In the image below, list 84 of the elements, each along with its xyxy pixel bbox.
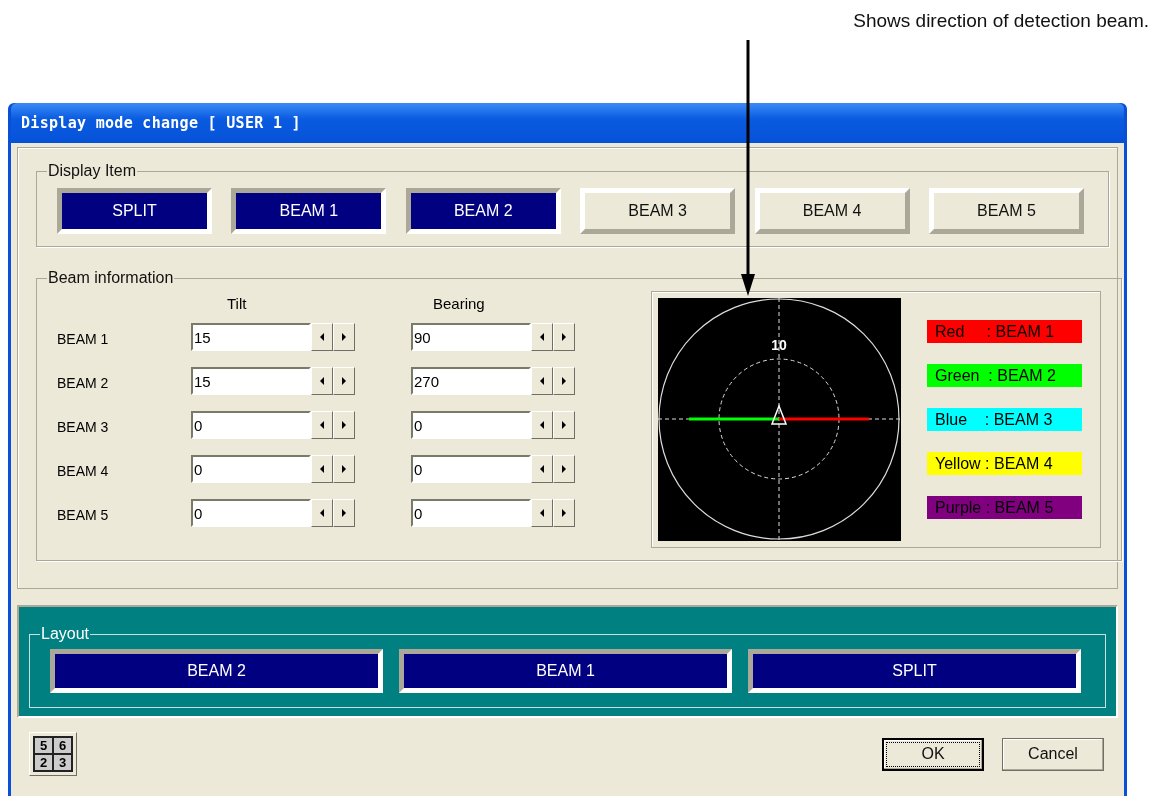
input-field[interactable]: 270 [411,367,531,395]
layout-button[interactable]: SPLIT [748,649,1081,693]
column-header: Bearing [432,294,486,312]
left-triangle-icon [320,377,324,385]
increase-button[interactable] [333,411,355,439]
right-triangle-icon [562,509,566,517]
left-triangle-icon [320,421,324,429]
left-triangle-icon [540,333,544,341]
increase-button[interactable] [333,367,355,395]
group-label: Layout [40,625,91,643]
input-field[interactable]: 0 [411,499,531,527]
beam-label: BEAM 4 [57,462,110,479]
legend-item: Green : BEAM 2 [927,364,1082,387]
display-item-button[interactable]: BEAM 5 [928,188,1084,234]
annotation-text: Shows direction of detection beam. [853,10,1149,33]
grid-button[interactable]: 5 6 2 3 [29,732,77,776]
increase-button[interactable] [553,455,575,483]
increase-button[interactable] [553,367,575,395]
left-triangle-icon [320,333,324,341]
decrease-button[interactable] [311,323,333,351]
decrease-button[interactable] [311,499,333,527]
layout-button[interactable]: BEAM 2 [50,649,383,693]
left-triangle-icon [320,509,324,517]
display-item-button[interactable]: BEAM 2 [405,188,561,234]
grid-digit: 2 [35,755,52,770]
window-title: Display mode change [ USER 1 ] [21,114,301,132]
input-field[interactable]: 0 [411,411,531,439]
grid-digit: 5 [35,738,52,753]
right-triangle-icon [342,333,346,341]
legend-item: Blue : BEAM 3 [927,408,1082,431]
left-triangle-icon [540,377,544,385]
left-triangle-icon [540,421,544,429]
input-field[interactable]: 90 [411,323,531,351]
beam-label: BEAM 2 [57,374,110,391]
ok-button[interactable]: OK [882,737,984,771]
decrease-button[interactable] [311,455,333,483]
cancel-button[interactable]: Cancel [1002,737,1104,771]
right-triangle-icon [562,333,566,341]
left-triangle-icon [540,465,544,473]
decrease-button[interactable] [531,367,553,395]
right-triangle-icon [562,421,566,429]
right-triangle-icon [562,465,566,473]
right-triangle-icon [342,509,346,517]
display-item-button[interactable]: BEAM 3 [580,188,736,234]
decrease-button[interactable] [531,499,553,527]
grid-digit: 3 [54,755,71,770]
input-field[interactable]: 0 [191,411,311,439]
layout-button[interactable]: BEAM 1 [399,649,732,693]
beam-label: BEAM 1 [57,330,110,347]
beam-direction-display: 10 [658,298,901,541]
input-field[interactable]: 15 [191,323,311,351]
input-field[interactable]: 0 [191,499,311,527]
input-field[interactable]: 0 [411,455,531,483]
group-label: Display Item [47,162,138,180]
left-triangle-icon [320,465,324,473]
left-triangle-icon [540,509,544,517]
increase-button[interactable] [553,323,575,351]
increase-button[interactable] [333,499,355,527]
decrease-button[interactable] [311,411,333,439]
decrease-button[interactable] [531,455,553,483]
display-item-button[interactable]: BEAM 1 [231,188,387,234]
increase-button[interactable] [333,323,355,351]
beam-label: BEAM 3 [57,418,110,435]
beam-label: BEAM 5 [57,506,110,523]
legend-item: Yellow : BEAM 4 [927,452,1082,475]
decrease-button[interactable] [311,367,333,395]
legend-item: Red : BEAM 1 [927,320,1082,343]
decrease-button[interactable] [531,323,553,351]
display-item-button[interactable]: BEAM 4 [754,188,910,234]
input-field[interactable]: 0 [191,455,311,483]
column-header: Tilt [226,294,248,312]
decrease-button[interactable] [531,411,553,439]
increase-button[interactable] [333,455,355,483]
grid-digit: 6 [54,738,71,753]
display-item-button[interactable]: SPLIT [57,188,212,234]
right-triangle-icon [342,377,346,385]
legend-item: Purple : BEAM 5 [927,496,1082,519]
group-label: Beam information [47,269,175,287]
right-triangle-icon [562,377,566,385]
right-triangle-icon [342,421,346,429]
increase-button[interactable] [553,411,575,439]
increase-button[interactable] [553,499,575,527]
input-field[interactable]: 15 [191,367,311,395]
right-triangle-icon [342,465,346,473]
